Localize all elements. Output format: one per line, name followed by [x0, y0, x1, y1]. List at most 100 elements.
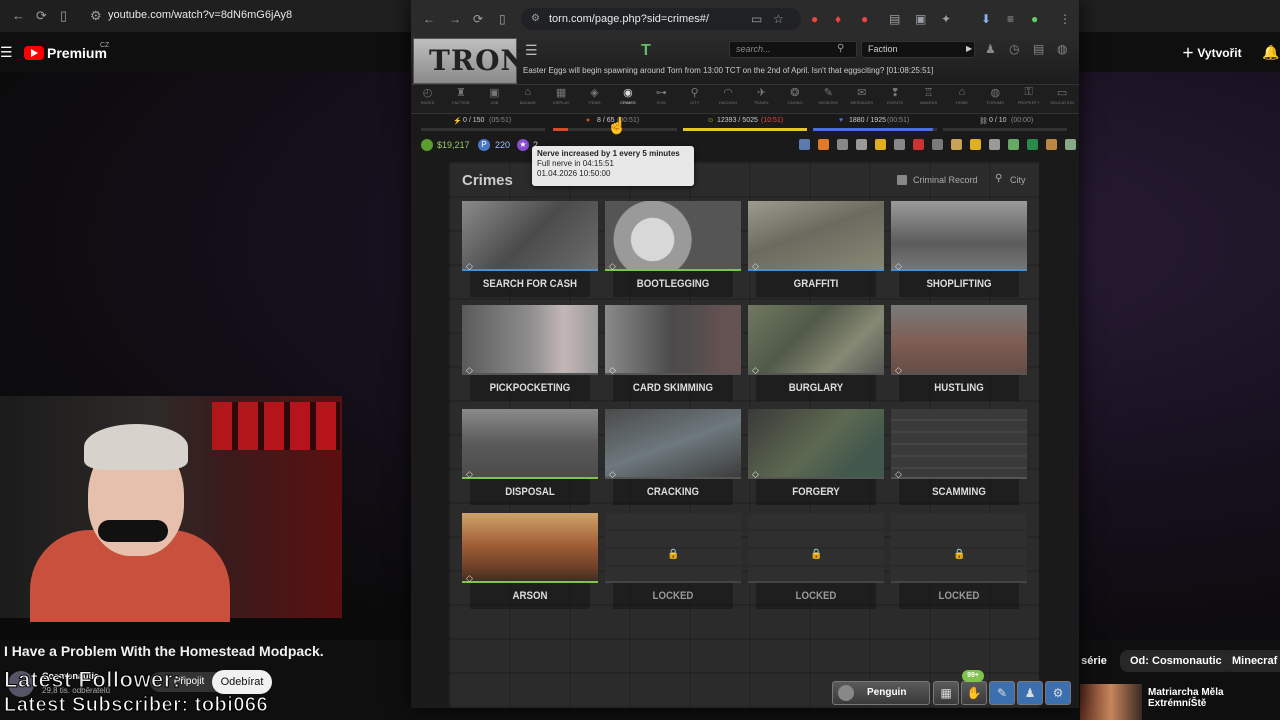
notepad-icon[interactable]: ▤: [1033, 42, 1044, 56]
chain-bar-track[interactable]: [943, 128, 1067, 131]
back-icon[interactable]: ←: [12, 8, 25, 23]
menu-icon[interactable]: ≡: [1007, 12, 1014, 26]
nav-item-home[interactable]: ⌂ Home: [945, 86, 978, 105]
status-effect-icon[interactable]: [799, 139, 810, 150]
status-effect-icon[interactable]: [932, 139, 943, 150]
back-icon[interactable]: ←: [423, 12, 435, 26]
forward-icon[interactable]: →: [449, 12, 461, 26]
nav-item-job[interactable]: ▣ Job: [478, 86, 511, 105]
nav-item-hacking[interactable]: ◠ Hacking: [712, 86, 745, 105]
grid-icon[interactable]: ▦: [933, 681, 959, 705]
status-effect-icon[interactable]: [1046, 139, 1057, 150]
nav-item-missions[interactable]: ✎ Missions: [812, 86, 845, 105]
nav-item-bazaar[interactable]: ⌂ Bazaar: [511, 86, 544, 105]
unsubscribe-button[interactable]: Odebírat: [212, 670, 272, 694]
menu-icon[interactable]: ☰: [525, 42, 538, 59]
crime-card-search-for-cash[interactable]: SEARCH FOR CASH ◇: [462, 201, 598, 297]
bookmark-star-icon[interactable]: ☆: [773, 12, 784, 26]
points-value[interactable]: 220: [495, 140, 510, 150]
status-effect-icon[interactable]: [913, 139, 924, 150]
status-effect-icon[interactable]: [970, 139, 981, 150]
crime-card-bootlegging[interactable]: BOOTLEGGING ◇: [605, 201, 741, 297]
news-ticker[interactable]: Easter Eggs will begin spawning around T…: [523, 66, 1063, 75]
nav-item-education[interactable]: ▭ Education: [1046, 86, 1079, 105]
nav-item-property[interactable]: ⚿ Property: [1012, 86, 1045, 105]
crime-card-shoplifting[interactable]: SHOPLIFTING ◇: [891, 201, 1027, 297]
status-effect-icon[interactable]: [1065, 139, 1076, 150]
people-icon[interactable]: ♟: [985, 42, 996, 56]
avatar-icon[interactable]: ◍: [1057, 42, 1067, 56]
more-icon[interactable]: ⋮: [1059, 12, 1071, 26]
crime-card-cracking[interactable]: CRACKING ◇: [605, 409, 741, 505]
status-effect-icon[interactable]: [894, 139, 905, 150]
extensions-icon[interactable]: ✦: [941, 12, 951, 26]
status-effect-icon[interactable]: [818, 139, 829, 150]
money-value[interactable]: $19,217: [437, 140, 470, 150]
site-info-icon[interactable]: ⚙: [90, 8, 102, 24]
crime-card-card-skimming[interactable]: CARD SKIMMING ◇: [605, 305, 741, 401]
nav-item-crimes[interactable]: ◉ Crimes: [611, 86, 644, 105]
crime-card-hustling[interactable]: HUSTLING ◇: [891, 305, 1027, 401]
people-icon[interactable]: ♟: [1017, 681, 1043, 705]
reload-icon[interactable]: ⟳: [36, 8, 47, 24]
sidebar-icon[interactable]: ▯: [60, 8, 67, 24]
extension-icon[interactable]: ●: [811, 12, 818, 26]
crime-card-disposal[interactable]: DISPOSAL ◇: [462, 409, 598, 505]
pencil-icon[interactable]: ✎: [989, 681, 1015, 705]
reload-icon[interactable]: ⟳: [473, 12, 483, 26]
crime-card-scamming[interactable]: SCAMMING ◇: [891, 409, 1027, 505]
chip-minecraft[interactable]: Minecraf: [1222, 650, 1280, 672]
torn-t-icon[interactable]: T: [641, 42, 651, 60]
nav-item-faction[interactable]: ♜ Faction: [444, 86, 477, 105]
menu-icon[interactable]: ☰: [0, 44, 13, 61]
nav-item-display[interactable]: ▦ Display: [545, 86, 578, 105]
extension-icon[interactable]: ♦: [835, 12, 841, 26]
energy-bar-track[interactable]: [421, 128, 545, 131]
status-effect-icon[interactable]: [989, 139, 1000, 150]
clock-icon[interactable]: ◷: [1009, 42, 1019, 56]
crime-card-pickpocketing[interactable]: PICKPOCKETING ◇: [462, 305, 598, 401]
status-effect-icon[interactable]: [1027, 139, 1038, 150]
nav-item-items[interactable]: ◈ Items: [578, 86, 611, 105]
site-info-icon[interactable]: ⚙: [531, 13, 540, 24]
create-button[interactable]: ＋ Vytvořit: [1182, 44, 1242, 61]
status-effect-icon[interactable]: [856, 139, 867, 150]
crime-card-forgery[interactable]: FORGERY ◇: [748, 409, 884, 505]
city-link[interactable]: City: [1010, 175, 1026, 185]
criminal-record-link[interactable]: Criminal Record: [913, 175, 978, 185]
search-icon[interactable]: ⚲: [837, 43, 844, 54]
install-icon[interactable]: ▭: [751, 12, 762, 26]
faction-select[interactable]: Faction: [861, 41, 975, 58]
nav-item-awards[interactable]: ♖ Awards: [912, 86, 945, 105]
hand-icon[interactable]: ✋: [961, 681, 987, 705]
recommended-thumbnail[interactable]: [1080, 684, 1142, 720]
recommended-title[interactable]: Matriarcha Měla ExtrémníŠtě: [1148, 687, 1280, 709]
youtube-url[interactable]: youtube.com/watch?v=8dN6mG6jAy8: [108, 9, 292, 21]
chip-from-channel[interactable]: Od: Cosmonautic: [1120, 650, 1232, 672]
bell-icon[interactable]: 🔔: [1262, 44, 1279, 61]
extension-icon[interactable]: ▣: [915, 12, 926, 26]
settings-icon[interactable]: ⚙: [1045, 681, 1071, 705]
crime-card-burglary[interactable]: BURGLARY ◇: [748, 305, 884, 401]
crime-card-arson[interactable]: ARSON ◇: [462, 513, 598, 609]
nav-item-messages[interactable]: ✉ Messages: [845, 86, 878, 105]
nav-item-events[interactable]: ❢ Events: [879, 86, 912, 105]
sidebar-icon[interactable]: ▯: [499, 12, 506, 26]
extension-icon[interactable]: ▤: [889, 12, 900, 26]
nav-item-forums[interactable]: ◍ Forums: [979, 86, 1012, 105]
nav-item-casino[interactable]: ❂ Casino: [778, 86, 811, 105]
nav-item-travel[interactable]: ✈ Travel: [745, 86, 778, 105]
nav-item-pages[interactable]: ◴ Pages: [411, 86, 444, 105]
download-icon[interactable]: ⬇: [981, 12, 991, 26]
nav-item-gym[interactable]: ⊶ Gym: [645, 86, 678, 105]
status-effect-icon[interactable]: [1008, 139, 1019, 150]
youtube-brand[interactable]: Premium: [47, 45, 107, 61]
profile-icon[interactable]: ●: [1031, 12, 1038, 26]
status-effect-icon[interactable]: [951, 139, 962, 150]
crime-card-graffiti[interactable]: GRAFFITI ◇: [748, 201, 884, 297]
status-effect-icon[interactable]: [837, 139, 848, 150]
extension-icon[interactable]: ●: [861, 12, 868, 26]
torn-url[interactable]: torn.com/page.php?sid=crimes#/: [549, 13, 709, 25]
status-effect-icon[interactable]: [875, 139, 886, 150]
nav-item-city[interactable]: ⚲ City: [678, 86, 711, 105]
